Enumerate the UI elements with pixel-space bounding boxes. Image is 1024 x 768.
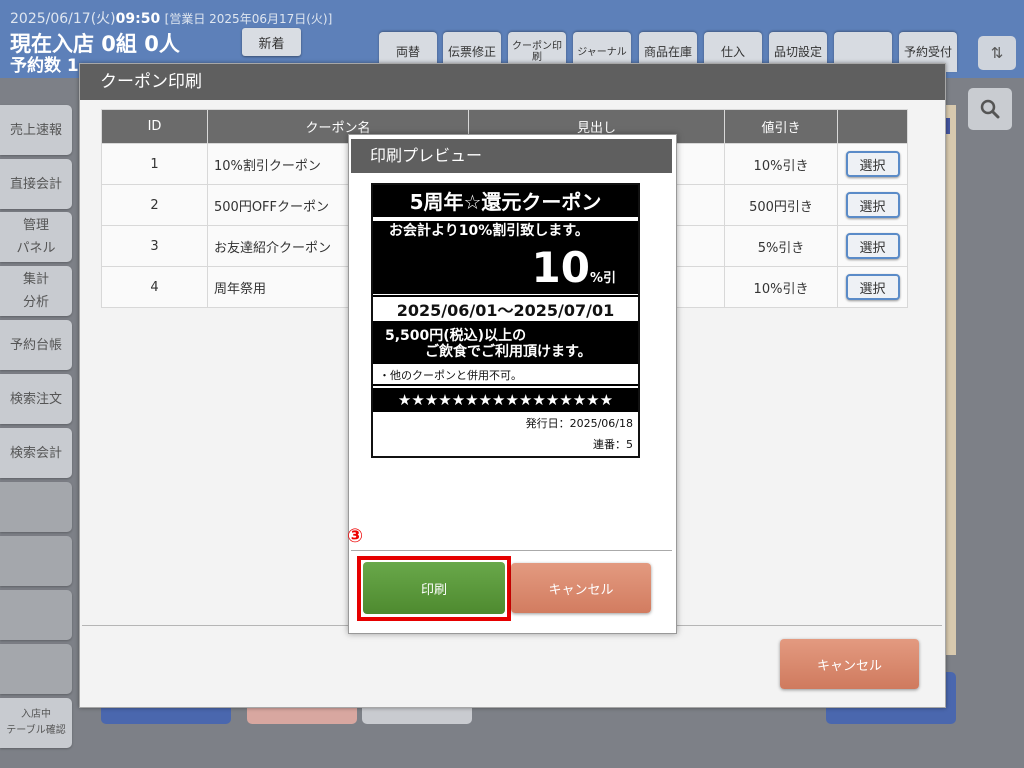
sidebar-item-table-check[interactable]: 入店中 テーブル確認: [0, 698, 72, 748]
cell-select: 選択: [837, 143, 908, 185]
column-header-select: [837, 109, 908, 144]
sidebar-item-search-order[interactable]: 検索注文: [0, 374, 72, 424]
step-number-badge: ③: [347, 525, 364, 547]
select-button[interactable]: 選択: [845, 151, 900, 177]
ticket-amount-value: 10: [531, 243, 590, 292]
cell-select: 選択: [837, 184, 908, 226]
sidebar-item-blank-1[interactable]: [0, 482, 72, 532]
divider: [351, 550, 672, 551]
cell-id: 1: [101, 143, 208, 185]
select-button[interactable]: 選択: [845, 274, 900, 300]
ticket-star-row: ★★★★★★★★★★★★★★★★: [373, 388, 638, 412]
sort-button[interactable]: ⇅: [978, 36, 1016, 70]
ticket-serial: 連番：5: [373, 435, 638, 455]
ticket-description: お会計より10%割引致します。: [373, 221, 638, 242]
ticket-condition-line1: 5,500円(税込)以上の: [385, 328, 527, 344]
preview-cancel-button[interactable]: キャンセル: [511, 563, 651, 613]
sidebar-item-reservation-ledger[interactable]: 予約台帳: [0, 320, 72, 370]
cell-id: 4: [101, 266, 208, 308]
sidebar-item-direct-checkout[interactable]: 直接会計: [0, 159, 72, 209]
cell-id: 2: [101, 184, 208, 226]
ticket-amount-unit: %引: [589, 271, 616, 286]
sidebar-item-search-checkout[interactable]: 検索会計: [0, 428, 72, 478]
sidebar-item-blank-2[interactable]: [0, 536, 72, 586]
right-panel-edge: [946, 105, 956, 655]
preview-dialog-title: 印刷プレビュー: [351, 139, 672, 173]
column-header-discount: 値引き: [724, 109, 838, 144]
sidebar-item-analytics[interactable]: 集計 分析: [0, 266, 72, 316]
cell-discount: 10%引き: [724, 143, 838, 185]
cell-discount: 10%引き: [724, 266, 838, 308]
ticket-note: ・他のクーポンと併用不可。: [373, 366, 638, 386]
ticket-period: 2025/06/01～2025/07/01: [373, 295, 638, 323]
sidebar-item-blank-4[interactable]: [0, 644, 72, 694]
coupon-dialog-title: クーポン印刷: [80, 64, 945, 100]
print-button[interactable]: 印刷: [363, 562, 505, 614]
cell-id: 3: [101, 225, 208, 267]
ticket-title: 5周年☆還元クーポン: [373, 185, 638, 219]
search-button[interactable]: [968, 88, 1012, 130]
cell-discount: 5%引き: [724, 225, 838, 267]
search-icon: [980, 99, 1000, 119]
cell-select: 選択: [837, 225, 908, 267]
ticket-condition-line2: ご飲食でご利用頂けます。: [425, 344, 592, 360]
cell-select: 選択: [837, 266, 908, 308]
column-header-id: ID: [101, 109, 208, 144]
sidebar-item-blank-3[interactable]: [0, 590, 72, 640]
datetime-line: 2025/06/17(火)09:50 [営業日 2025年06月17日(火)]: [10, 8, 332, 28]
print-preview-dialog: 印刷プレビュー 5周年☆還元クーポン お会計より10%割引致します。 10%引 …: [347, 134, 677, 634]
coupon-cancel-button[interactable]: キャンセル: [780, 639, 919, 689]
time-text: 09:50: [115, 11, 161, 27]
select-button[interactable]: 選択: [845, 233, 900, 259]
business-day-text: [営業日 2025年06月17日(火)]: [164, 12, 333, 26]
sort-icon: ⇅: [990, 44, 1004, 62]
cell-discount: 500円引き: [724, 184, 838, 226]
reservation-count: 予約数 1: [10, 56, 79, 76]
select-button[interactable]: 選択: [845, 192, 900, 218]
new-arrival-button[interactable]: 新着: [242, 28, 301, 56]
date-text: 2025/06/17(火): [10, 11, 116, 27]
sidebar-item-admin-panel[interactable]: 管理 パネル: [0, 212, 72, 262]
sidebar-item-sales-report[interactable]: 売上速報: [0, 105, 72, 155]
coupon-ticket-preview: 5周年☆還元クーポン お会計より10%割引致します。 10%引 2025/06/…: [371, 183, 640, 458]
ticket-condition: 5,500円(税込)以上の ご飲食でご利用頂けます。: [373, 323, 638, 364]
ticket-amount: 10%引: [373, 242, 638, 294]
ticket-issue-date: 発行日：2025/06/18: [373, 414, 638, 434]
